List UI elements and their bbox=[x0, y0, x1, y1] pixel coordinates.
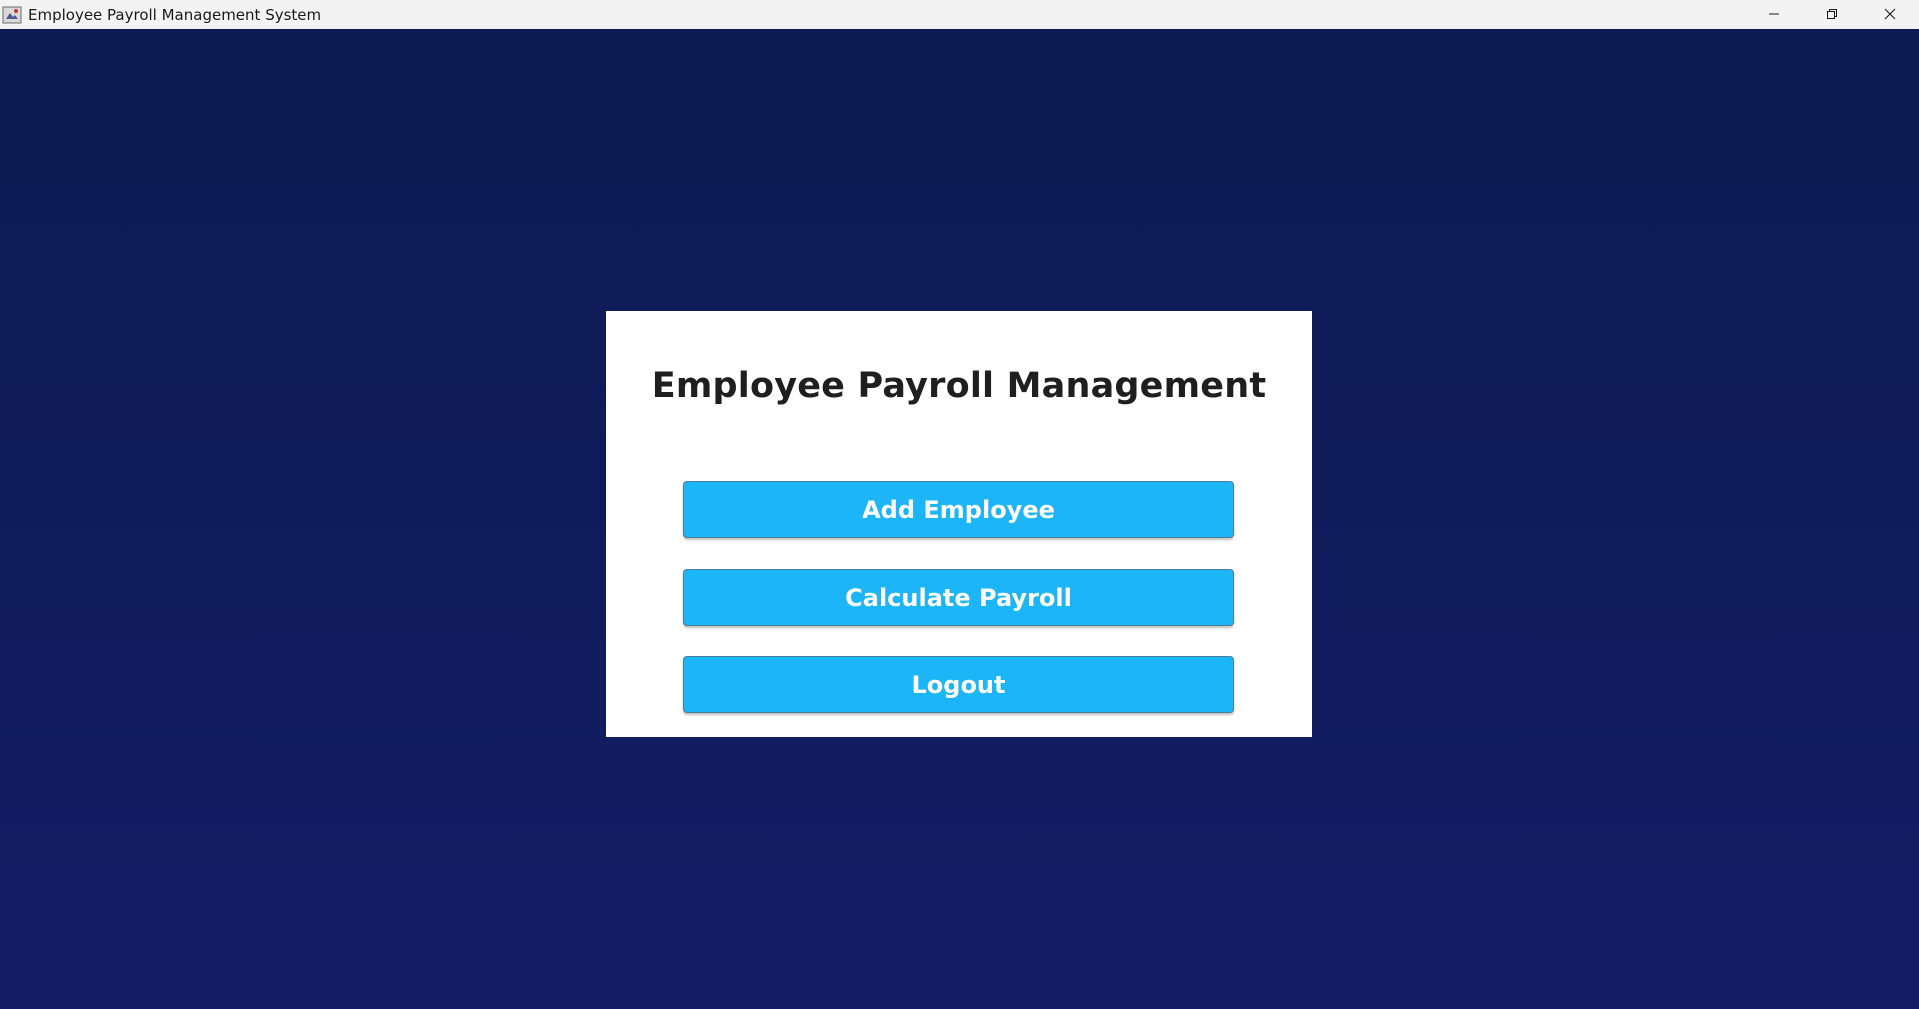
logout-button[interactable]: Logout bbox=[683, 656, 1234, 713]
restore-icon bbox=[1826, 5, 1838, 24]
title-bar[interactable]: Employee Payroll Management System bbox=[0, 0, 1919, 29]
logout-label: Logout bbox=[911, 670, 1006, 699]
menu-panel: Employee Payroll Management Add Employee… bbox=[606, 311, 1312, 737]
app-window: Employee Payroll Management System Emplo… bbox=[0, 0, 1919, 1009]
calculate-payroll-label: Calculate Payroll bbox=[845, 583, 1072, 612]
add-employee-label: Add Employee bbox=[862, 495, 1055, 524]
minimize-button[interactable] bbox=[1745, 0, 1803, 29]
restore-button[interactable] bbox=[1803, 0, 1861, 29]
close-icon bbox=[1884, 5, 1896, 24]
window-title: Employee Payroll Management System bbox=[28, 5, 322, 24]
window-controls bbox=[1745, 0, 1919, 29]
main-background: Employee Payroll Management Add Employee… bbox=[0, 29, 1919, 1009]
calculate-payroll-button[interactable]: Calculate Payroll bbox=[683, 569, 1234, 626]
add-employee-button[interactable]: Add Employee bbox=[683, 481, 1234, 538]
java-app-icon bbox=[2, 5, 22, 25]
minimize-icon bbox=[1768, 5, 1780, 24]
page-title: Employee Payroll Management bbox=[651, 366, 1267, 406]
close-button[interactable] bbox=[1861, 0, 1919, 29]
